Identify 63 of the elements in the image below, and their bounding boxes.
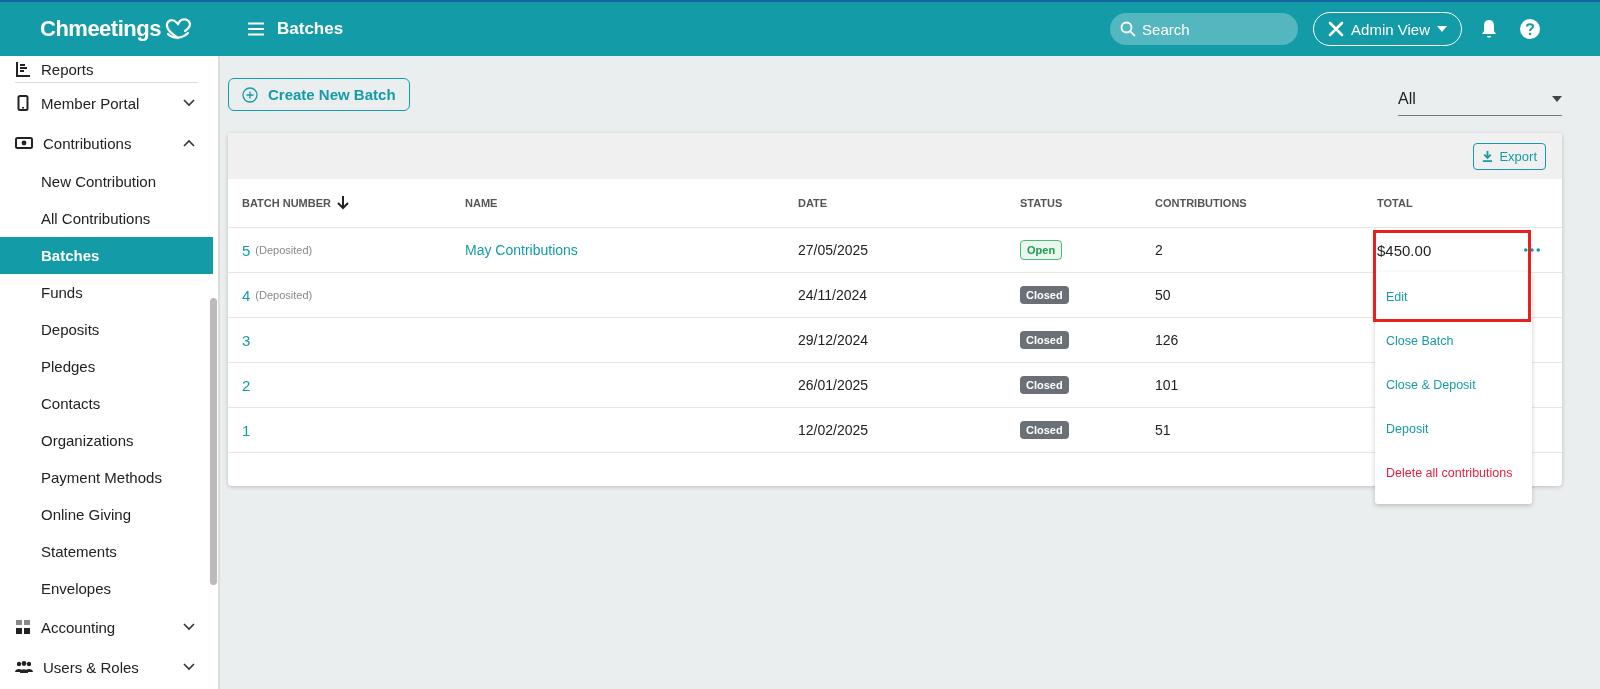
- contributions-count: 50: [1155, 287, 1171, 303]
- menu-icon[interactable]: [247, 22, 265, 36]
- sidebar-item[interactable]: Contributions: [0, 123, 213, 163]
- scrollbar-thumb[interactable]: [210, 298, 217, 585]
- sidebar-subitem[interactable]: Envelopes: [0, 570, 213, 607]
- plus-circle-icon: [242, 86, 258, 103]
- caret-icon: [1552, 96, 1562, 102]
- column-header[interactable]: DATE: [798, 197, 828, 209]
- column-header[interactable]: NAME: [465, 197, 498, 209]
- download-icon: [1482, 150, 1494, 162]
- status-badge: Closed: [1020, 331, 1069, 349]
- sidebar-subitem[interactable]: Contacts: [0, 385, 213, 422]
- column-header[interactable]: BATCH NUMBER: [242, 197, 331, 209]
- filter-select[interactable]: All: [1398, 85, 1562, 116]
- sidebar-subitem[interactable]: Payment Methods: [0, 459, 213, 496]
- sidebar-item[interactable]: Accounting: [0, 607, 213, 647]
- sidebar-item[interactable]: Member Portal: [0, 83, 213, 123]
- contributions-count: 51: [1155, 422, 1171, 438]
- column-header[interactable]: STATUS: [1020, 197, 1063, 209]
- date-cell: 12/02/2025: [798, 422, 869, 438]
- sidebar-subitem[interactable]: All Contributions: [0, 200, 213, 237]
- status-badge: Closed: [1020, 376, 1069, 394]
- deposited-note: (Deposited): [255, 289, 313, 301]
- phone-icon: [15, 95, 31, 111]
- column-header[interactable]: TOTAL: [1377, 197, 1413, 209]
- menu-item[interactable]: Delete all contributions: [1375, 451, 1532, 495]
- more-icon[interactable]: [1524, 248, 1540, 252]
- date-cell: 27/05/2025: [798, 242, 869, 258]
- date-cell: 24/11/2024: [798, 287, 868, 303]
- page-title: Batches: [277, 19, 344, 39]
- banknote-icon: [15, 136, 33, 150]
- status-badge: Open: [1020, 240, 1063, 260]
- sidebar-subitem[interactable]: Statements: [0, 533, 213, 570]
- contributions-count: 2: [1155, 242, 1163, 258]
- grid-icon: [15, 619, 31, 635]
- sidebar-item[interactable]: Reports: [0, 56, 213, 82]
- sidebar-subitem[interactable]: Pledges: [0, 348, 213, 385]
- contributions-count: 101: [1155, 377, 1179, 393]
- chevron-icon: [183, 99, 195, 107]
- sidebar-subitem[interactable]: New Contribution: [0, 163, 213, 200]
- date-cell: 29/12/2024: [798, 332, 869, 348]
- date-cell: 26/01/2025: [798, 377, 869, 393]
- bell-icon[interactable]: [1480, 19, 1498, 39]
- sidebar-subitem[interactable]: Funds: [0, 274, 213, 311]
- total-amount: $450.00: [1377, 241, 1432, 259]
- caret-icon: [1437, 26, 1447, 32]
- deposited-note: (Deposited): [255, 244, 313, 256]
- chevron-icon: [183, 663, 195, 671]
- sidebar-subitem[interactable]: Online Giving: [0, 496, 213, 533]
- help-icon[interactable]: [1520, 19, 1540, 39]
- sidebar-item[interactable]: Users & Roles: [0, 647, 213, 687]
- chevron-icon: [183, 623, 195, 631]
- search-icon: [1120, 21, 1137, 37]
- chevron-icon: [183, 139, 195, 147]
- sort-down-icon[interactable]: [337, 196, 349, 210]
- report-icon: [15, 61, 31, 77]
- status-badge: Closed: [1020, 421, 1069, 439]
- status-badge: Closed: [1020, 286, 1069, 304]
- sidebar-subitem[interactable]: Organizations: [0, 422, 213, 459]
- users-icon: [15, 660, 33, 674]
- column-header[interactable]: CONTRIBUTIONS: [1155, 197, 1247, 209]
- sidebar-subitem[interactable]: Deposits: [0, 311, 213, 348]
- contributions-count: 126: [1155, 332, 1179, 348]
